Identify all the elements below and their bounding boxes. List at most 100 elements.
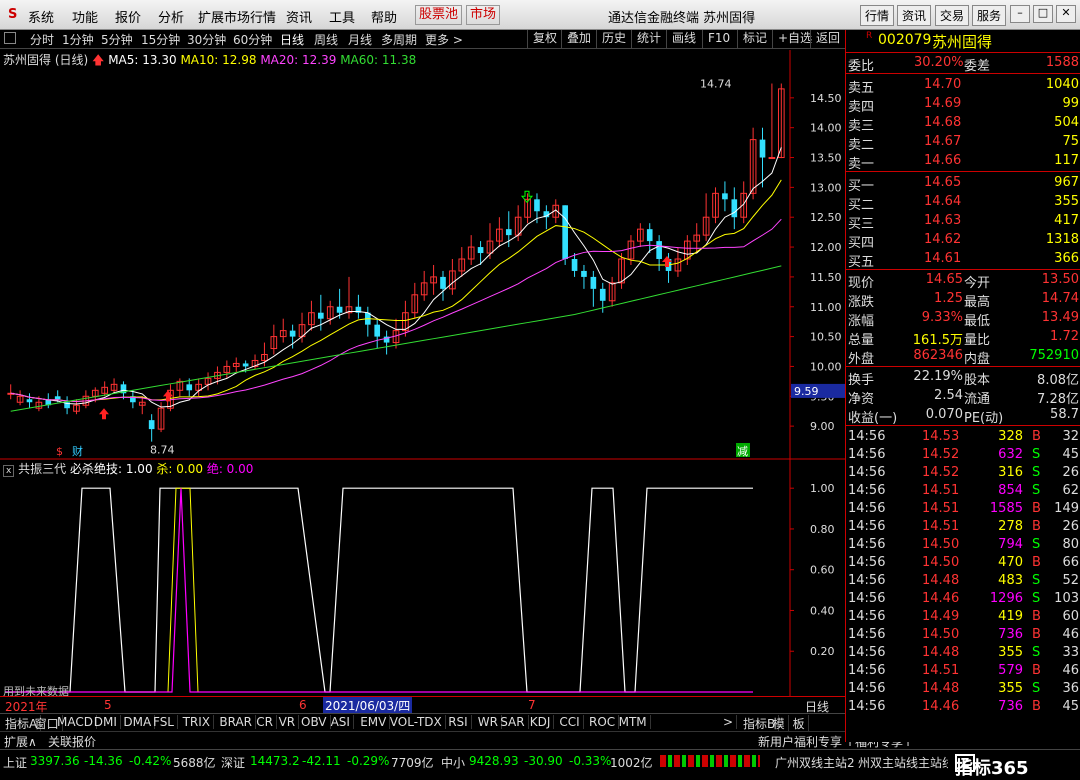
period-15min[interactable]: 15分钟 (141, 31, 180, 48)
tick-row[interactable]: 14:56 14.52 632 S 45 (846, 446, 1080, 465)
related-quote-button[interactable]: 关联报价 (48, 733, 96, 750)
period-week[interactable]: 周线 (314, 31, 338, 48)
tool-stats[interactable]: 统计 (631, 30, 666, 48)
restore-icon[interactable]: □ (1033, 5, 1053, 23)
ask-row[interactable]: 卖五 14.70 1040 (846, 76, 1080, 96)
indicator-tab[interactable]: KDJ (527, 715, 555, 729)
fund-row[interactable]: 换手 22.19% 股本 8.08亿 (846, 368, 1080, 388)
menu-function[interactable]: 功能 (72, 7, 98, 26)
tick-row[interactable]: 14:56 14.48 355 S 33 (846, 644, 1080, 663)
indicator-tab[interactable]: 板 (790, 715, 809, 732)
ask-row[interactable]: 卖一 14.66 117 (846, 152, 1080, 172)
tick-row[interactable]: 14:56 14.46 1296 S 103 (846, 590, 1080, 609)
tick-row[interactable]: 14:56 14.48 355 S 36 (846, 680, 1080, 699)
close-icon[interactable]: ✕ (1056, 5, 1076, 23)
bid-row[interactable]: 买三 14.63 417 (846, 212, 1080, 232)
tick-row[interactable]: 14:56 14.51 1585 B 149 (846, 500, 1080, 519)
bid-row[interactable]: 买二 14.64 355 (846, 193, 1080, 213)
fund-row[interactable]: 收益(一) 0.070 PE(动) 58.7 (846, 406, 1080, 426)
kline-chart[interactable]: 14.50 14.00 13.50 13.00 12.50 12.00 11.50 11.00… (0, 50, 845, 460)
expand-button[interactable]: 扩展∧ (4, 733, 37, 750)
bid-row[interactable]: 买五 14.61 366 (846, 250, 1080, 270)
indicator-tab[interactable]: CR (253, 715, 277, 729)
period-multi[interactable]: 多周期 (381, 31, 417, 48)
fund-row[interactable]: 净资 2.54 流通 7.28亿 (846, 387, 1080, 407)
tick-row[interactable]: 14:56 14.53 328 B 32 (846, 428, 1080, 447)
menu-ext-market[interactable]: 扩展市场行情 (198, 7, 276, 26)
minimize-icon[interactable]: – (1010, 5, 1030, 23)
period-60min[interactable]: 60分钟 (233, 31, 272, 48)
indicator-tab[interactable]: VR (276, 715, 300, 729)
indicator-tab[interactable]: SAR (497, 715, 529, 729)
quote-row[interactable]: 现价 14.65 今开 13.50 (846, 271, 1080, 291)
bid-row[interactable]: 买四 14.62 1318 (846, 231, 1080, 251)
quote-row[interactable]: 涨跌 1.25 最高 14.74 (846, 290, 1080, 310)
indicator-tab[interactable]: FSL (150, 715, 178, 729)
tool-history[interactable]: 历史 (596, 30, 631, 48)
indicator-tab[interactable]: ROC (586, 715, 620, 729)
tick-row[interactable]: 14:56 14.52 316 S 26 (846, 464, 1080, 483)
indicator-panel[interactable]: 1.00 0.80 0.60 0.40 0.20 x 共振三代 必杀绝技: 1.00 杀… (0, 460, 845, 698)
indicator-tab[interactable]: RSI (445, 715, 472, 729)
menu-tools[interactable]: 工具 (329, 7, 355, 26)
btn-trade[interactable]: 交易 (935, 5, 970, 26)
menu-system[interactable]: 系统 (28, 7, 54, 26)
tool-back[interactable]: 返回 (810, 30, 845, 48)
menu-stock-pool[interactable]: 股票池 (415, 5, 463, 25)
quote-row[interactable]: 总量 161.5万 量比 1.72 (846, 328, 1080, 348)
tool-mark[interactable]: 标记 (737, 30, 772, 48)
bid-row[interactable]: 买一 14.65 967 (846, 174, 1080, 194)
ask-row[interactable]: 卖二 14.67 75 (846, 133, 1080, 153)
tick-row[interactable]: 14:56 14.46 736 B 45 (846, 698, 1080, 717)
btn-service[interactable]: 服务 (972, 5, 1007, 26)
tick-row[interactable]: 14:56 14.50 794 S 80 (846, 536, 1080, 555)
tool-diejia[interactable]: 叠加 (561, 30, 596, 48)
menu-market[interactable]: 市场 (466, 5, 501, 25)
period-5min[interactable]: 5分钟 (101, 31, 133, 48)
period-month[interactable]: 月线 (348, 31, 372, 48)
period-fenshi[interactable]: 分时 (30, 31, 54, 48)
menu-quote[interactable]: 报价 (115, 7, 141, 26)
indicator-tab[interactable]: > (720, 715, 738, 729)
server-name[interactable]: 广州双线主站2 (775, 754, 855, 771)
tick-row[interactable]: 14:56 14.51 579 B 46 (846, 662, 1080, 681)
tick-row[interactable]: 14:56 14.50 736 B 46 (846, 626, 1080, 645)
kline-svg[interactable]: 14.50 14.00 13.50 13.00 12.50 12.00 11.50 11.00… (0, 50, 845, 460)
quote-row[interactable]: 外盘 862346 内盘 752910 (846, 347, 1080, 367)
quote-row[interactable]: 涨幅 9.33% 最低 13.49 (846, 309, 1080, 329)
indicator-tab[interactable]: EMV (357, 715, 391, 729)
tool-draw[interactable]: 画线 (666, 30, 701, 48)
indicator-tab[interactable]: OBV (298, 715, 331, 729)
indicator-tab[interactable]: DMI (91, 715, 121, 729)
menu-news[interactable]: 资讯 (286, 7, 312, 26)
indicator-tab[interactable]: MTM (616, 715, 651, 729)
period-30min[interactable]: 30分钟 (187, 31, 226, 48)
tool-fuquan[interactable]: 复权 (527, 30, 562, 48)
indicator-close-icon[interactable]: x (3, 465, 15, 477)
menu-analysis[interactable]: 分析 (158, 7, 184, 26)
indicator-tab[interactable]: 模 (770, 715, 789, 732)
indicator-tab[interactable]: ASI (328, 715, 354, 729)
indicator-svg[interactable]: 1.00 0.80 0.60 0.40 0.20 (0, 460, 845, 696)
period-day[interactable]: 日线 (280, 31, 304, 48)
ask-row[interactable]: 卖三 14.68 504 (846, 114, 1080, 134)
app-logo-icon[interactable]: S (8, 7, 17, 22)
indicator-tab[interactable]: VOL-TDX (387, 715, 446, 729)
btn-news[interactable]: 资讯 (897, 5, 932, 26)
indicator-tab[interactable]: CCI (556, 715, 584, 729)
checkbox-icon[interactable] (4, 32, 16, 44)
tick-row[interactable]: 14:56 14.49 419 B 60 (846, 608, 1080, 627)
tool-f10[interactable]: F10 (702, 30, 735, 48)
period-1min[interactable]: 1分钟 (62, 31, 94, 48)
tick-row[interactable]: 14:56 14.51 854 S 62 (846, 482, 1080, 501)
indicator-tab[interactable]: BRAR (216, 715, 257, 729)
period-more[interactable]: 更多 > (425, 31, 463, 48)
ask-row[interactable]: 卖四 14.69 99 (846, 95, 1080, 115)
menu-help[interactable]: 帮助 (371, 7, 397, 26)
tick-row[interactable]: 14:56 14.48 483 S 52 (846, 572, 1080, 591)
indicator-tab[interactable]: TRIX (180, 715, 215, 729)
promo-ticker[interactable]: 新用户福利专享 (758, 733, 842, 750)
btn-quote[interactable]: 行情 (860, 5, 895, 26)
tick-row[interactable]: 14:56 14.50 470 B 66 (846, 554, 1080, 573)
tick-row[interactable]: 14:56 14.51 278 B 26 (846, 518, 1080, 537)
